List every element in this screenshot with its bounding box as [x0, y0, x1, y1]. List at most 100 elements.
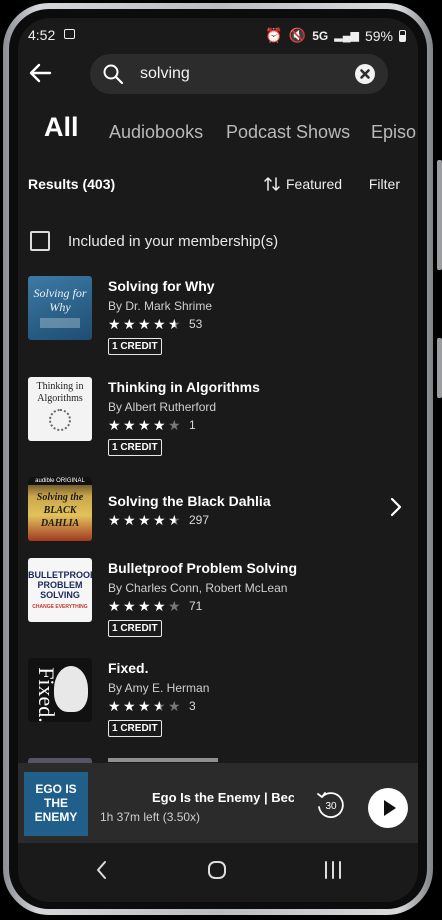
item-title-partial — [108, 758, 218, 762]
star-icon: ★ — [138, 598, 151, 614]
battery-label: 59% — [364, 27, 393, 44]
item-title: Thinking in Algorithms — [108, 379, 260, 395]
rating: ★ ★ ★ ★ ★ 1 — [108, 418, 260, 432]
rating: ★ ★ ★ ★ ★ 3 — [108, 699, 209, 713]
star-icon: ★ — [123, 417, 136, 433]
player-time-left: 1h 37m left (3.50x) — [100, 810, 201, 824]
nav-recents-icon[interactable] — [322, 859, 344, 881]
network-label: 5G — [312, 28, 329, 43]
close-icon — [360, 69, 370, 79]
mute-icon: 🔇 — [288, 27, 307, 43]
rating-count: 71 — [189, 599, 203, 613]
star-icon: ★ — [153, 598, 166, 614]
item-author: By Charles Conn, Robert McLean — [108, 581, 288, 595]
book-cover: audible ORIGINAL Solving the BLACK DAHLI… — [28, 477, 92, 541]
cover-title: Thinking in Algorithms — [36, 381, 84, 404]
half-star-icon: ★ — [168, 513, 183, 527]
tab-audiobooks[interactable]: Audiobooks — [109, 122, 203, 143]
star-icon: ★ — [123, 512, 136, 528]
rating: ★ ★ ★ ★ ★ 297 — [108, 513, 271, 527]
tab-all[interactable]: All — [44, 112, 79, 143]
credit-badge: 1 CREDIT — [108, 439, 162, 456]
cover-title: Solving for Why — [33, 286, 87, 314]
phone-frame: 4:52 ⏰ 🔇 5G ▂▄▆ 59% solving All Audioboo… — [0, 0, 442, 920]
star-icon: ★ — [108, 316, 121, 332]
back-arrow-icon — [29, 63, 52, 83]
tab-episodes[interactable]: Episo — [371, 122, 416, 143]
credit-badge: 1 CREDIT — [108, 620, 162, 637]
star-icon: ★ — [153, 316, 166, 332]
search-icon — [103, 64, 124, 85]
search-bar[interactable]: solving — [90, 54, 388, 94]
screen: 4:52 ⏰ 🔇 5G ▂▄▆ 59% solving All Audioboo… — [18, 18, 418, 902]
rating-count: 53 — [189, 317, 203, 331]
results-count: Results (403) — [28, 176, 116, 192]
rating: ★ ★ ★ ★ ★ 53 — [108, 317, 215, 331]
system-nav-bar — [18, 843, 418, 902]
cover-subtitle: CHANGE EVERYTHING — [32, 604, 88, 610]
rating: ★ ★ ★ ★ ★ 71 — [108, 599, 297, 613]
book-cover: BULLETPROOF PROBLEM SOLVING CHANGE EVERY… — [28, 558, 92, 622]
status-time: 4:52 — [28, 27, 56, 43]
item-author: By Dr. Mark Shrime — [108, 299, 213, 313]
status-bar: 4:52 ⏰ 🔇 5G ▂▄▆ 59% — [18, 18, 418, 52]
volume-button — [437, 160, 442, 270]
star-icon: ★ — [108, 417, 121, 433]
sort-button[interactable]: Featured — [264, 176, 342, 192]
clear-search-button[interactable] — [355, 64, 375, 84]
back-button[interactable] — [28, 62, 58, 92]
item-title: Solving the Black Dahlia — [108, 493, 271, 509]
filter-button[interactable]: Filter — [369, 176, 400, 192]
item-info: Solving for Why By Dr. Mark Shrime ★ ★ ★ ★ ★… — [108, 276, 215, 355]
book-cover: Fixed. — [28, 658, 92, 722]
mini-player[interactable]: EGO IS THE ENEMY Ego Is the Enemy | Bec … — [18, 763, 418, 843]
nav-back-icon[interactable] — [94, 859, 108, 881]
results-header: Results (403) Featured Filter — [28, 176, 408, 196]
play-icon — [384, 800, 396, 816]
status-right: ⏰ 🔇 5G ▂▄▆ 59% — [265, 27, 406, 44]
star-icon: ★ — [123, 316, 136, 332]
star-icon: ★ — [138, 512, 151, 528]
item-title: Fixed. — [108, 660, 149, 676]
star-icon: ★ — [138, 698, 151, 714]
item-info: Bulletproof Problem Solving By Charles C… — [108, 558, 297, 637]
book-cover: Thinking in Algorithms — [28, 377, 92, 441]
alarm-icon: ⏰ — [265, 27, 283, 43]
image-notification-icon — [64, 29, 75, 39]
player-cover-title: EGO IS THE ENEMY — [34, 782, 78, 824]
membership-filter[interactable]: Included in your membership(s) — [30, 231, 278, 251]
head-silhouette-icon — [54, 666, 88, 712]
half-star-icon: ★ — [153, 699, 168, 713]
cover-badge: audible ORIGINAL — [28, 477, 92, 485]
chevron-right-icon[interactable] — [390, 497, 402, 517]
brain-icon — [49, 409, 71, 431]
star-icon: ★ — [138, 417, 151, 433]
item-info: Thinking in Algorithms By Albert Rutherf… — [108, 377, 260, 456]
item-title: Solving for Why — [108, 278, 215, 294]
cover-title: Solving the BLACK DAHLIA — [36, 492, 84, 529]
item-author: By Albert Rutherford — [108, 400, 217, 414]
play-button[interactable] — [368, 788, 408, 828]
skip-seconds: 30 — [325, 801, 337, 812]
credit-badge: 1 CREDIT — [108, 720, 162, 737]
power-button — [437, 338, 442, 398]
star-icon: ★ — [108, 512, 121, 528]
star-icon: ★ — [153, 417, 166, 433]
empty-star-icon: ★ — [168, 598, 181, 614]
half-star-icon: ★ — [168, 317, 183, 331]
empty-star-icon: ★ — [168, 417, 181, 433]
nav-home-icon[interactable] — [206, 859, 228, 881]
cover-title: BULLETPROOF PROBLEM SOLVING — [28, 570, 92, 600]
book-cover: Solving for Why — [28, 276, 92, 340]
player-title: Ego Is the Enemy | Bec — [152, 790, 294, 805]
player-cover: EGO IS THE ENEMY — [24, 772, 88, 836]
item-title: Bulletproof Problem Solving — [108, 560, 298, 576]
tab-podcast-shows[interactable]: Podcast Shows — [226, 122, 350, 143]
membership-checkbox[interactable] — [30, 231, 50, 251]
skip-back-button[interactable]: 30 — [314, 788, 348, 827]
rating-count: 1 — [189, 418, 196, 432]
replay-30-icon: 30 — [317, 792, 344, 818]
sort-icon — [264, 177, 280, 191]
search-input[interactable]: solving — [140, 65, 190, 83]
item-author: By Amy E. Herman — [108, 681, 210, 695]
